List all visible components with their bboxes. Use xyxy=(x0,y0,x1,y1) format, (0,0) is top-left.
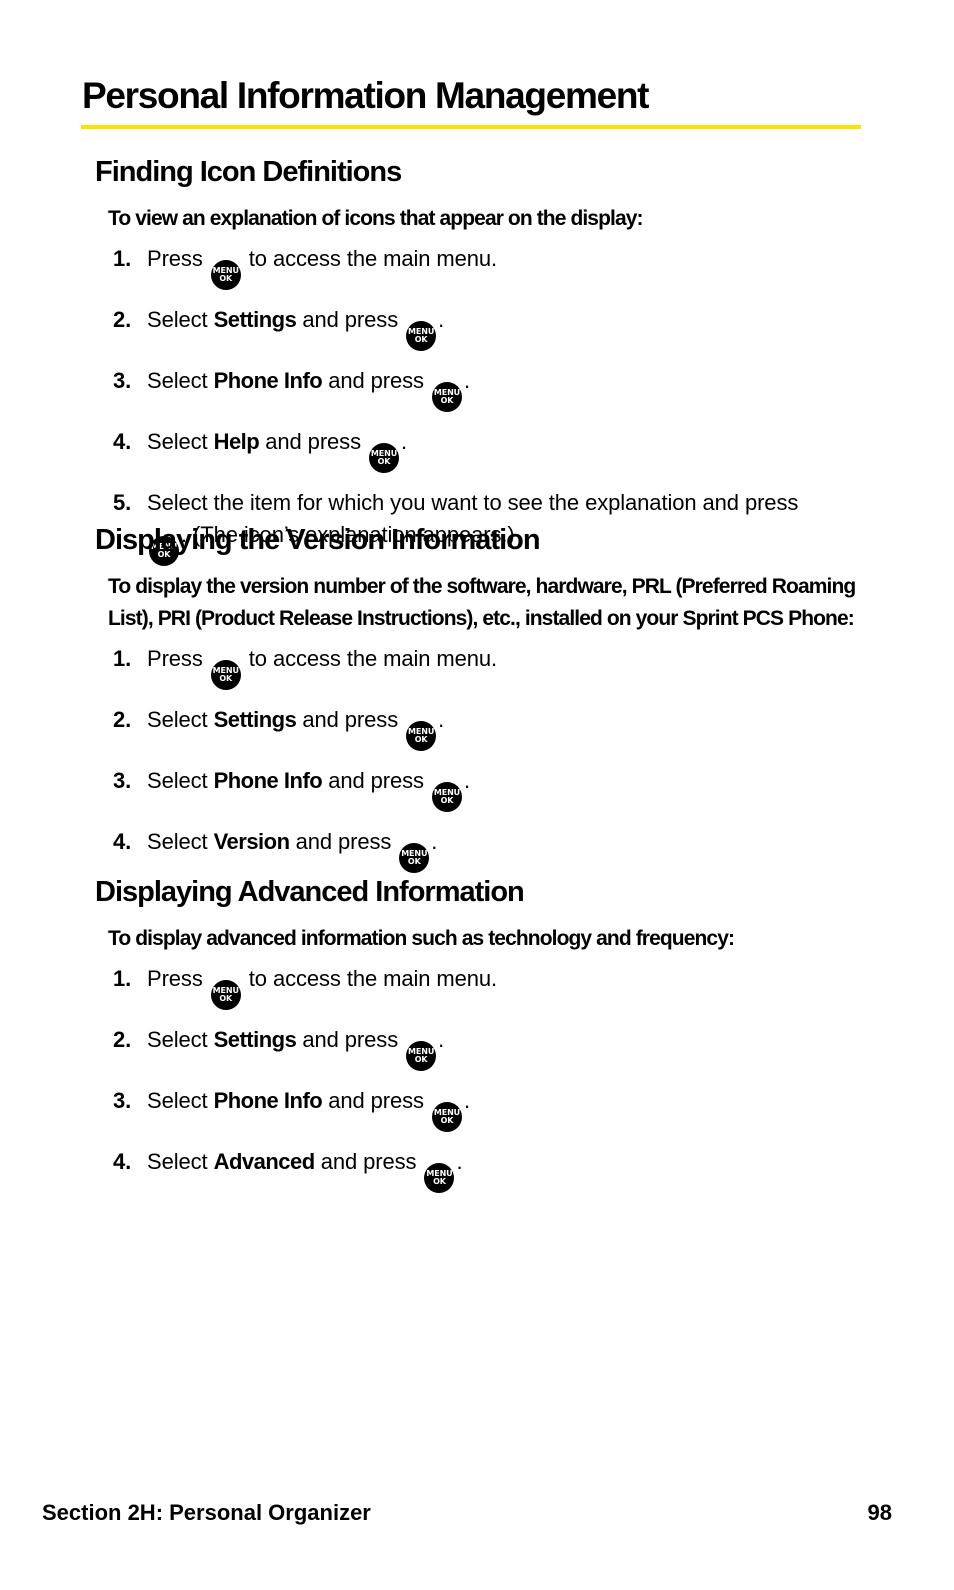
title-rule xyxy=(81,125,861,129)
menu-option-name: Settings xyxy=(213,307,297,332)
step-text: and press xyxy=(320,1149,417,1174)
section-heading: Displaying the Version Information xyxy=(95,524,541,556)
menu-ok-key-icon: MENU OK xyxy=(399,843,430,873)
menu-option-name: Help xyxy=(213,429,260,454)
step-text: to access the main menu. xyxy=(248,246,498,271)
page-title: Personal Information Management xyxy=(82,75,650,116)
step-text: and press xyxy=(265,429,361,454)
step-number: 1. xyxy=(113,966,132,991)
step-text: . xyxy=(438,1027,445,1052)
step-item: 1. Press MENU OK to access the main menu. xyxy=(95,243,875,290)
step-item: 1. Press MENU OK to access the main menu. xyxy=(95,643,875,690)
step-text: . xyxy=(438,307,445,332)
step-text: . xyxy=(456,1149,463,1174)
step-list: 1. Press MENU OK to access the main menu. … xyxy=(95,963,875,1193)
menu-ok-key-icon: MENU OK xyxy=(369,443,399,473)
step-number: 2. xyxy=(113,707,132,732)
step-text: and press xyxy=(328,368,424,393)
step-text: Select xyxy=(147,707,208,732)
step-text: Select xyxy=(147,829,208,854)
step-text: Select xyxy=(147,1149,208,1174)
step-text: to access the main menu. xyxy=(248,966,498,991)
step-number: 1. xyxy=(113,646,132,671)
menu-option-name: Settings xyxy=(213,707,297,732)
menu-ok-key-icon: MENU OK xyxy=(431,782,462,812)
step-text: Select the item for which you want to se… xyxy=(147,490,799,515)
step-text: Press xyxy=(147,966,203,991)
step-text: and press xyxy=(328,1088,424,1113)
step-text: . xyxy=(438,707,445,732)
step-text: to access the main menu. xyxy=(248,646,498,671)
menu-ok-key-icon: MENU OK xyxy=(210,260,241,290)
section-intro: To view an explanation of icons that app… xyxy=(108,207,644,230)
step-text: and press xyxy=(328,768,424,793)
step-text: Select xyxy=(147,1088,208,1113)
menu-ok-key-icon: MENU OK xyxy=(431,1102,462,1132)
step-number: 4. xyxy=(113,829,132,854)
step-text: Press xyxy=(147,646,203,671)
menu-ok-key-icon: MENU OK xyxy=(406,321,437,351)
step-text: and press xyxy=(302,1027,399,1052)
menu-ok-key-icon: MENU OK xyxy=(210,980,241,1010)
menu-option-name: Settings xyxy=(213,1027,297,1052)
step-number: 1. xyxy=(113,246,132,271)
menu-ok-key-icon: MENU OK xyxy=(406,721,437,751)
step-item: 2. Select Settings and press MENU OK. xyxy=(95,704,875,751)
menu-ok-key-icon: MENU OK xyxy=(431,382,462,412)
step-item: 4. Select Help and press MENU OK. xyxy=(95,426,875,473)
section-intro: To display the version number of the sof… xyxy=(108,575,856,630)
page-footer: Section 2H: Personal Organizer 98 xyxy=(42,1500,892,1526)
step-number: 5. xyxy=(113,490,132,515)
step-text: . xyxy=(401,429,408,454)
step-text: and press xyxy=(302,307,399,332)
page-number: 98 xyxy=(867,1500,892,1525)
step-item: 1. Press MENU OK to access the main menu. xyxy=(95,963,875,1010)
step-text: . xyxy=(463,768,470,793)
step-text: and press xyxy=(295,829,392,854)
step-text: Select xyxy=(147,307,208,332)
step-text: Select xyxy=(147,429,208,454)
step-text: . xyxy=(463,368,470,393)
step-item: 3. Select Phone Info and press MENU OK. xyxy=(95,765,875,812)
step-number: 3. xyxy=(113,1088,132,1113)
step-text: Select xyxy=(147,368,208,393)
menu-ok-key-icon: MENU OK xyxy=(406,1041,437,1071)
menu-ok-key-icon: MENU OK xyxy=(210,660,241,690)
menu-ok-key-icon: MENU OK xyxy=(424,1163,455,1193)
step-text: Select xyxy=(147,768,208,793)
step-text: Select xyxy=(147,1027,208,1052)
menu-option-name: Phone Info xyxy=(213,1088,323,1113)
footer-section-label: Section 2H: Personal Organizer xyxy=(42,1500,371,1525)
step-text: . xyxy=(431,829,438,854)
section-finding-icon-definitions: Finding Icon Definitions To view an expl… xyxy=(95,153,875,580)
step-text: . xyxy=(463,1088,470,1113)
step-item: 3. Select Phone Info and press MENU OK. xyxy=(95,1085,875,1132)
section-intro: To display advanced information such as … xyxy=(108,927,735,950)
step-number: 4. xyxy=(113,429,132,454)
section-displaying-advanced-information: Displaying Advanced Information To displ… xyxy=(95,873,875,1207)
step-number: 4. xyxy=(113,1149,132,1174)
step-number: 3. xyxy=(113,768,132,793)
step-list: 1. Press MENU OK to access the main menu. … xyxy=(95,643,875,873)
section-displaying-version-information: Displaying the Version Information To di… xyxy=(95,521,875,887)
menu-option-name: Phone Info xyxy=(213,768,323,793)
step-text: and press xyxy=(302,707,399,732)
menu-option-name: Phone Info xyxy=(213,368,323,393)
step-number: 2. xyxy=(113,1027,132,1052)
step-item: 2. Select Settings and press MENU OK. xyxy=(95,1024,875,1071)
step-item: 2. Select Settings and press MENU OK. xyxy=(95,304,875,351)
step-item: 3. Select Phone Info and press MENU OK. xyxy=(95,365,875,412)
step-list: 1. Press MENU OK to access the main menu. … xyxy=(95,243,875,566)
section-heading: Finding Icon Definitions xyxy=(95,156,402,188)
section-heading: Displaying Advanced Information xyxy=(95,876,525,908)
step-item: 4. Select Version and press MENU OK. xyxy=(95,826,875,873)
step-number: 3. xyxy=(113,368,132,393)
step-text: Press xyxy=(147,246,203,271)
menu-option-name: Advanced xyxy=(213,1149,316,1174)
menu-option-name: Version xyxy=(213,829,290,854)
step-item: 4. Select Advanced and press MENU OK. xyxy=(95,1146,875,1193)
step-number: 2. xyxy=(113,307,132,332)
